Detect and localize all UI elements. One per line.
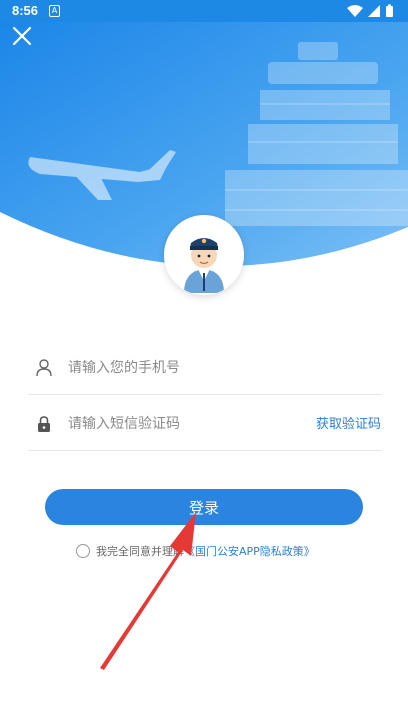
phone-field [28,340,381,395]
notification-app-icon: A [49,5,60,17]
phone-input[interactable] [66,354,330,382]
user-icon [36,359,52,377]
close-icon [12,26,32,46]
login-button[interactable]: 登录 [45,489,363,525]
status-icons [347,4,393,17]
agreement-text: 我完全同意并理解《国门公安APP隐私政策》 [96,543,315,559]
status-time: 8:56 [12,3,39,18]
battery-icon [386,4,393,17]
status-bar: 8:56 A [0,0,408,22]
lock-icon [38,416,50,432]
close-button[interactable] [8,22,36,50]
sms-code-field: 获取验证码 [28,396,381,451]
agreement-prefix: 我完全同意并理解 [96,545,184,558]
wifi-icon [347,5,363,17]
agree-radio[interactable] [76,544,90,558]
signal-icon [368,5,380,17]
police-avatar [164,215,244,295]
get-code-button[interactable]: 获取验证码 [316,413,381,432]
privacy-policy-link[interactable]: 《国门公安APP隐私政策》 [184,545,315,558]
sms-code-input[interactable] [66,410,330,438]
